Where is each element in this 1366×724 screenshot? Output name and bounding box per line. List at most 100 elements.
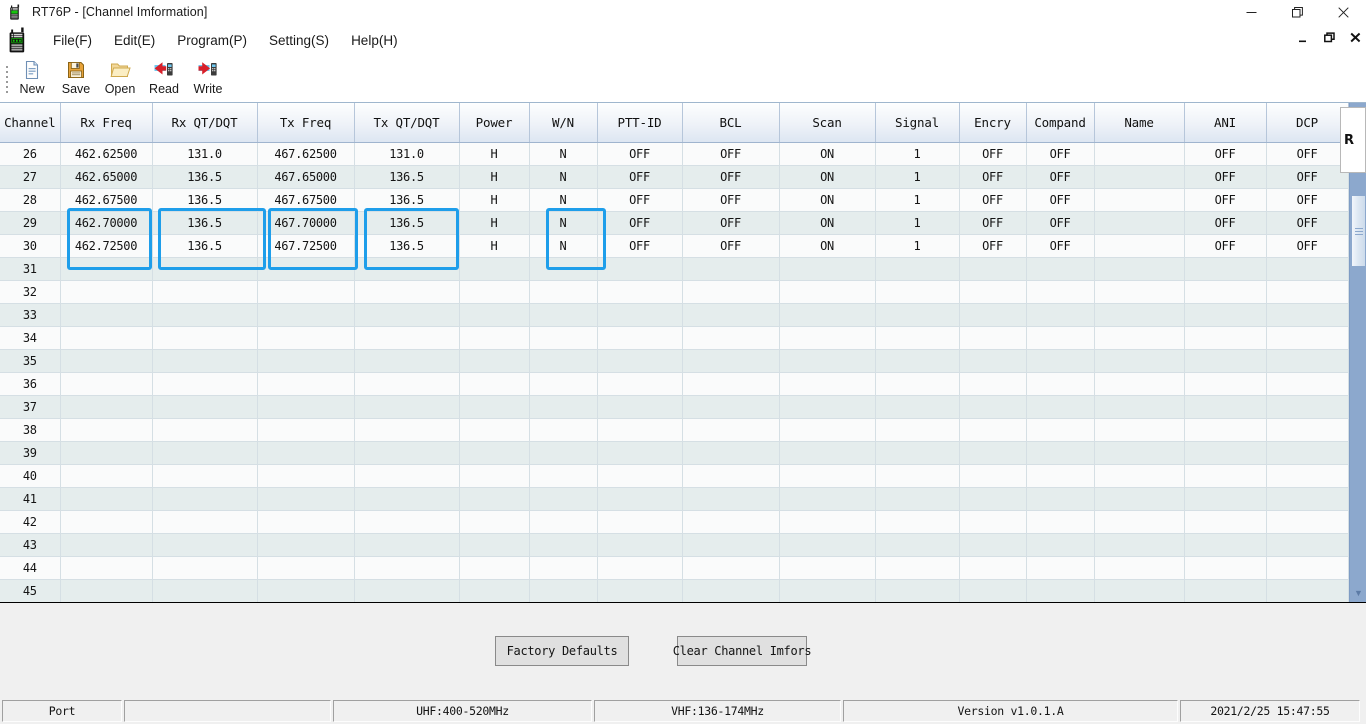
cell-channel[interactable]: 39 — [0, 441, 61, 465]
cell-compand[interactable] — [1026, 349, 1095, 373]
cell-rx-qt[interactable]: 136.5 — [152, 188, 258, 212]
cell-signal[interactable] — [875, 510, 960, 534]
cell-compand[interactable] — [1026, 257, 1095, 281]
col-header-encry[interactable]: Encry — [959, 103, 1027, 143]
cell-rx-freq[interactable] — [60, 280, 153, 304]
cell-compand[interactable] — [1026, 326, 1095, 350]
cell-encry[interactable] — [959, 510, 1027, 534]
mdi-close-button[interactable] — [1348, 32, 1362, 46]
cell-rx-qt[interactable] — [152, 349, 258, 373]
cell-tx-qt[interactable] — [354, 395, 460, 419]
cell-tx-freq[interactable] — [257, 556, 355, 580]
mdi-restore-button[interactable] — [1322, 32, 1336, 46]
cell-signal[interactable] — [875, 418, 960, 442]
toolbar-save-button[interactable]: Save — [54, 56, 98, 100]
cell-dcp[interactable] — [1266, 579, 1349, 602]
cell-name[interactable] — [1094, 418, 1185, 442]
cell-signal[interactable] — [875, 579, 960, 602]
cell-ptt-id[interactable]: OFF — [597, 165, 683, 189]
table-row[interactable]: 28 462.67500 136.5 467.67500 136.5 H N OFF OFF ON… — [0, 188, 1349, 212]
clear-channel-infos-button[interactable]: Clear Channel Imfors — [673, 635, 812, 666]
cell-tx-qt[interactable]: 136.5 — [354, 188, 460, 212]
cell-tx-qt[interactable]: 136.5 — [354, 211, 460, 235]
cell-dcp[interactable] — [1266, 326, 1349, 350]
cell-encry[interactable] — [959, 418, 1027, 442]
window-close-button[interactable] — [1320, 0, 1366, 24]
cell-tx-freq[interactable] — [257, 303, 355, 327]
cell-ani[interactable] — [1184, 303, 1267, 327]
cell-tx-freq[interactable]: 467.67500 — [257, 188, 355, 212]
cell-compand[interactable]: OFF — [1026, 165, 1095, 189]
cell-tx-qt[interactable] — [354, 464, 460, 488]
cell-power[interactable]: H — [459, 234, 530, 258]
col-header-bcl[interactable]: BCL — [682, 103, 780, 143]
cell-power[interactable]: H — [459, 142, 530, 166]
cell-channel[interactable]: 37 — [0, 395, 61, 419]
cell-signal[interactable] — [875, 533, 960, 557]
cell-ani[interactable] — [1184, 510, 1267, 534]
cell-wn[interactable]: N — [529, 142, 598, 166]
cell-scan[interactable] — [779, 280, 876, 304]
col-header-ani[interactable]: ANI — [1184, 103, 1267, 143]
table-row[interactable]: 45 — [0, 579, 1349, 602]
col-header-signal[interactable]: Signal — [875, 103, 960, 143]
cell-bcl[interactable] — [682, 418, 780, 442]
cell-tx-qt[interactable] — [354, 280, 460, 304]
cell-name[interactable] — [1094, 257, 1185, 281]
cell-wn[interactable]: N — [529, 234, 598, 258]
cell-power[interactable] — [459, 556, 530, 580]
cell-encry[interactable] — [959, 303, 1027, 327]
cell-encry[interactable] — [959, 395, 1027, 419]
cell-scan[interactable]: ON — [779, 188, 876, 212]
cell-encry[interactable] — [959, 257, 1027, 281]
cell-dcp[interactable]: OFF — [1266, 188, 1349, 212]
table-row[interactable]: 44 — [0, 556, 1349, 580]
table-row[interactable]: 34 — [0, 326, 1349, 350]
cell-wn[interactable] — [529, 533, 598, 557]
cell-channel[interactable]: 43 — [0, 533, 61, 557]
cell-channel[interactable]: 38 — [0, 418, 61, 442]
table-row[interactable]: 43 — [0, 533, 1349, 557]
cell-tx-qt[interactable] — [354, 441, 460, 465]
cell-tx-freq[interactable] — [257, 533, 355, 557]
cell-rx-freq[interactable] — [60, 349, 153, 373]
cell-scan[interactable] — [779, 556, 876, 580]
cell-signal[interactable] — [875, 464, 960, 488]
cell-scan[interactable] — [779, 418, 876, 442]
cell-wn[interactable] — [529, 372, 598, 396]
cell-signal[interactable] — [875, 487, 960, 511]
cell-dcp[interactable] — [1266, 556, 1349, 580]
cell-compand[interactable] — [1026, 533, 1095, 557]
cell-wn[interactable] — [529, 579, 598, 602]
toolbar-write-button[interactable]: Write — [186, 56, 230, 100]
cell-rx-freq[interactable] — [60, 510, 153, 534]
cell-rx-qt[interactable] — [152, 510, 258, 534]
cell-channel[interactable]: 45 — [0, 579, 61, 602]
cell-ptt-id[interactable] — [597, 280, 683, 304]
cell-compand[interactable] — [1026, 395, 1095, 419]
cell-bcl[interactable]: OFF — [682, 142, 780, 166]
table-row[interactable]: 29 462.70000 136.5 467.70000 136.5 H N OFF OFF ON… — [0, 211, 1349, 235]
cell-encry[interactable] — [959, 280, 1027, 304]
cell-tx-freq[interactable] — [257, 349, 355, 373]
cell-rx-qt[interactable] — [152, 556, 258, 580]
toolbar-read-button[interactable]: Read — [142, 56, 186, 100]
cell-scan[interactable] — [779, 579, 876, 602]
cell-power[interactable]: H — [459, 165, 530, 189]
cell-rx-freq[interactable]: 462.67500 — [60, 188, 153, 212]
cell-bcl[interactable] — [682, 533, 780, 557]
cell-bcl[interactable] — [682, 303, 780, 327]
cell-encry[interactable] — [959, 487, 1027, 511]
cell-rx-freq[interactable]: 462.65000 — [60, 165, 153, 189]
table-row[interactable]: 31 — [0, 257, 1349, 281]
scrollbar-down-arrow[interactable]: ▼ — [1351, 585, 1366, 600]
cell-power[interactable] — [459, 510, 530, 534]
cell-power[interactable] — [459, 326, 530, 350]
cell-rx-freq[interactable] — [60, 533, 153, 557]
cell-channel[interactable]: 44 — [0, 556, 61, 580]
cell-wn[interactable] — [529, 326, 598, 350]
cell-wn[interactable]: N — [529, 211, 598, 235]
cell-ani[interactable] — [1184, 441, 1267, 465]
cell-ani[interactable] — [1184, 349, 1267, 373]
cell-rx-qt[interactable] — [152, 257, 258, 281]
